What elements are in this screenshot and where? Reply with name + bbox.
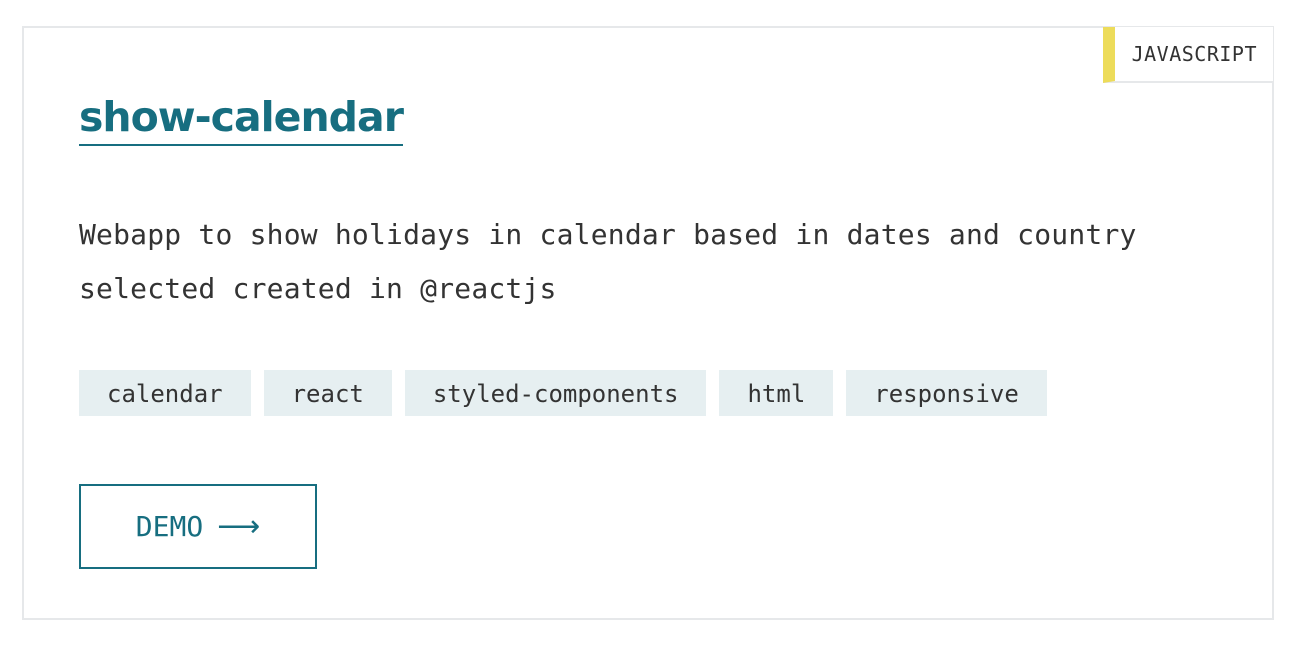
tag-responsive: responsive xyxy=(846,370,1047,416)
tag-react: react xyxy=(263,370,392,416)
project-description: Webapp to show holidays in calendar base… xyxy=(79,218,1137,305)
language-label: JAVASCRIPT xyxy=(1131,42,1257,66)
demo-button-label: DEMO xyxy=(135,510,204,543)
language-badge: JAVASCRIPT xyxy=(1102,27,1273,83)
project-title-link[interactable]: show-calendar xyxy=(79,90,404,146)
tag-list: calendar react styled-components html re… xyxy=(79,370,1047,416)
tag-styled-components: styled-components xyxy=(404,370,707,416)
tag-calendar: calendar xyxy=(79,370,251,416)
project-card: JAVASCRIPT show-calendar Webapp to show … xyxy=(22,26,1274,620)
demo-button[interactable]: DEMO ⟶ xyxy=(79,484,317,569)
tag-html: html xyxy=(719,370,834,416)
arrow-right-icon: ⟶ xyxy=(217,508,261,544)
